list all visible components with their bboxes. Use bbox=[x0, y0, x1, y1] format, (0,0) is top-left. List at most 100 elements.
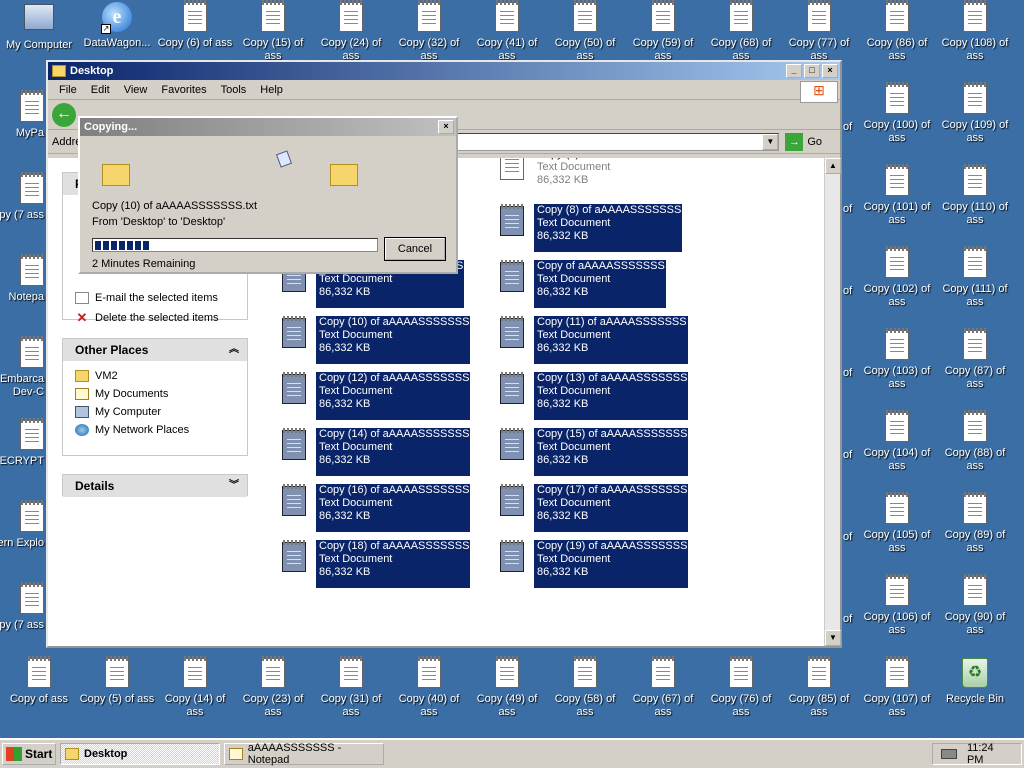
file-item[interactable]: Copy (12) of aAAAASSSSSSS Text Document 86… bbox=[272, 372, 482, 420]
address-dropdown-icon[interactable]: ▼ bbox=[762, 133, 779, 150]
scroll-up-button[interactable]: ▲ bbox=[825, 158, 841, 174]
cancel-button[interactable]: Cancel bbox=[384, 237, 446, 261]
desktop-icon[interactable]: Copy (58) of ass bbox=[546, 656, 624, 719]
desktop-icon[interactable]: Copy (24) of ass bbox=[312, 0, 390, 63]
desktop-icon[interactable]: Copy (108) of ass bbox=[936, 0, 1014, 63]
file-item[interactable]: Copy (6) of aAAAASSSSSSSText Document86,… bbox=[490, 158, 700, 196]
menu-tools[interactable]: Tools bbox=[214, 84, 254, 96]
file-item[interactable]: Copy (14) of aAAAASSSSSSS Text Document 86… bbox=[272, 428, 482, 476]
file-size: 86,332 KB bbox=[537, 342, 589, 354]
minimize-button[interactable]: _ bbox=[786, 64, 802, 78]
other-places-header[interactable]: Other Places ︽ bbox=[63, 339, 247, 361]
explorer-titlebar[interactable]: Desktop _ □ × bbox=[48, 62, 840, 80]
desktop-icon[interactable]: My Computer bbox=[0, 2, 78, 65]
desktop-icon[interactable]: Copy of ass bbox=[0, 656, 78, 719]
file-item[interactable]: Copy of aAAAASSSSSSS Text Document 86,332 … bbox=[490, 260, 700, 308]
desktop-icon[interactable]: e ↗ DataWagon... bbox=[78, 2, 156, 63]
file-item[interactable]: Copy (19) of aAAAASSSSSSS Text Document 86… bbox=[490, 540, 700, 588]
menu-edit[interactable]: Edit bbox=[84, 84, 117, 96]
desktop-icon[interactable]: Copy (41) of ass bbox=[468, 0, 546, 63]
place-my-documents[interactable]: My Documents bbox=[63, 385, 247, 403]
file-item[interactable]: Copy (11) of aAAAASSSSSSS Text Document 86… bbox=[490, 316, 700, 364]
scroll-down-button[interactable]: ▼ bbox=[825, 630, 841, 646]
place-my-computer[interactable]: My Computer bbox=[63, 403, 247, 421]
desktop-icon[interactable]: Copy (5) of ass bbox=[78, 656, 156, 719]
desktop-icon[interactable]: Copy (68) of ass bbox=[702, 0, 780, 63]
details-header[interactable]: Details ︾ bbox=[63, 475, 247, 497]
keyboard-icon[interactable] bbox=[941, 749, 957, 759]
desktop-icon[interactable]: Copy (104) of ass bbox=[858, 410, 936, 473]
desktop-icon[interactable]: Copy (85) of ass bbox=[780, 656, 858, 719]
desktop-icon[interactable]: Copy (23) of ass bbox=[234, 656, 312, 719]
desktop-icon[interactable]: Copy (111) of ass bbox=[936, 246, 1014, 309]
vertical-scrollbar[interactable]: ▲ ▼ bbox=[824, 158, 841, 646]
desktop-icon[interactable]: Copy (6) of ass bbox=[156, 0, 234, 63]
desktop-icon[interactable]: Copy (50) of ass bbox=[546, 0, 624, 63]
desktop-icon[interactable]: Copy (15) of ass bbox=[234, 0, 312, 63]
desktop-icon[interactable]: Copy (89) of ass bbox=[936, 492, 1014, 555]
desktop-icon[interactable]: Copy (100) of ass bbox=[858, 82, 936, 145]
desktop-icon[interactable]: MyPa bbox=[0, 90, 46, 153]
desktop-icon[interactable]: Copy (31) of ass bbox=[312, 656, 390, 719]
desktop-icon[interactable]: Copy (40) of ass bbox=[390, 656, 468, 719]
desktop-icon[interactable]: Copy (109) of ass bbox=[936, 82, 1014, 145]
menu-view[interactable]: View bbox=[117, 84, 155, 96]
collapse-chevron-icon[interactable]: ︽ bbox=[229, 339, 239, 361]
go-button[interactable]: → Go bbox=[785, 132, 836, 151]
desktop-icon[interactable]: Copy (110) of ass bbox=[936, 164, 1014, 227]
text-file-icon bbox=[413, 0, 445, 34]
taskbar-item-notepad[interactable]: aAAAASSSSSSS - Notepad bbox=[224, 742, 384, 766]
desktop-icon[interactable]: Copy (87) of ass bbox=[936, 328, 1014, 391]
clock[interactable]: 11:24 PM bbox=[967, 742, 1013, 766]
desktop-icon-label-fragment: of bbox=[843, 613, 853, 625]
start-button[interactable]: Start bbox=[2, 743, 56, 765]
desktop-icon[interactable]: Copy (76) of ass bbox=[702, 656, 780, 719]
file-item[interactable]: Copy (8) of aAAAASSSSSSS Text Document 86,… bbox=[490, 204, 700, 252]
place-my-network-places[interactable]: My Network Places bbox=[63, 421, 247, 439]
maximize-button[interactable]: □ bbox=[804, 64, 820, 78]
desktop-icon[interactable]: Copy (90) of ass bbox=[936, 574, 1014, 637]
task-email-selected[interactable]: E-mail the selected items bbox=[63, 289, 247, 307]
file-type: Text Document bbox=[537, 273, 611, 285]
copying-titlebar[interactable]: Copying... × bbox=[80, 118, 456, 136]
desktop-icon[interactable]: Copy (59) of ass bbox=[624, 0, 702, 63]
desktop-icon[interactable]: Embarca Dev-C bbox=[0, 336, 46, 399]
expand-chevron-icon[interactable]: ︾ bbox=[229, 475, 239, 497]
desktop-icon[interactable]: Copy (107) of ass bbox=[858, 656, 936, 719]
desktop-icon[interactable]: ♻ Recycle Bin bbox=[936, 658, 1014, 719]
menu-favorites[interactable]: Favorites bbox=[154, 84, 213, 96]
menu-file[interactable]: File bbox=[52, 84, 84, 96]
taskbar-item-desktop[interactable]: Desktop bbox=[60, 743, 220, 765]
desktop-icon[interactable]: Copy (32) of ass bbox=[390, 0, 468, 63]
dialog-close-button[interactable]: × bbox=[438, 120, 454, 134]
desktop-icon[interactable]: Copy (106) of ass bbox=[858, 574, 936, 637]
desktop-icon[interactable]: Copy (7 ass bbox=[0, 172, 46, 235]
desktop-icon[interactable]: Notepa bbox=[0, 254, 46, 317]
browser-icon: e ↗ bbox=[101, 2, 133, 34]
place-vm2[interactable]: VM2 bbox=[63, 367, 247, 385]
desktop-icon[interactable]: Copy (103) of ass bbox=[858, 328, 936, 391]
desktop-icon[interactable]: Copy (105) of ass bbox=[858, 492, 936, 555]
file-item[interactable]: Copy (10) of aAAAASSSSSSS Text Document 86… bbox=[272, 316, 482, 364]
desktop-icon[interactable]: Copy (86) of ass bbox=[858, 0, 936, 63]
desktop-icon[interactable]: Copy (7 ass bbox=[0, 582, 46, 645]
desktop-icon[interactable]: Copy (77) of ass bbox=[780, 0, 858, 63]
desktop-icon[interactable]: Copy (14) of ass bbox=[156, 656, 234, 719]
file-item[interactable]: Copy (16) of aAAAASSSSSSS Text Document 86… bbox=[272, 484, 482, 532]
desktop-icon[interactable]: DECRYPT bbox=[0, 418, 46, 481]
desktop-icon[interactable]: Intern Explo bbox=[0, 500, 46, 563]
close-button[interactable]: × bbox=[822, 64, 838, 78]
text-file-icon bbox=[257, 0, 289, 34]
desktop-icon[interactable]: Copy (49) of ass bbox=[468, 656, 546, 719]
menu-help[interactable]: Help bbox=[253, 84, 290, 96]
desktop-icon[interactable]: Copy (88) of ass bbox=[936, 410, 1014, 473]
file-item[interactable]: Copy (15) of aAAAASSSSSSS Text Document 86… bbox=[490, 428, 700, 476]
desktop-icon[interactable]: Copy (67) of ass bbox=[624, 656, 702, 719]
back-arrow-icon[interactable]: ← bbox=[52, 102, 76, 127]
file-item[interactable]: Copy (17) of aAAAASSSSSSS Text Document 86… bbox=[490, 484, 700, 532]
task-delete-selected[interactable]: ✕ Delete the selected items bbox=[63, 307, 247, 329]
desktop-icon[interactable]: Copy (101) of ass bbox=[858, 164, 936, 227]
file-item[interactable]: Copy (18) of aAAAASSSSSSS Text Document 86… bbox=[272, 540, 482, 588]
file-item[interactable]: Copy (13) of aAAAASSSSSSS Text Document 86… bbox=[490, 372, 700, 420]
desktop-icon[interactable]: Copy (102) of ass bbox=[858, 246, 936, 309]
